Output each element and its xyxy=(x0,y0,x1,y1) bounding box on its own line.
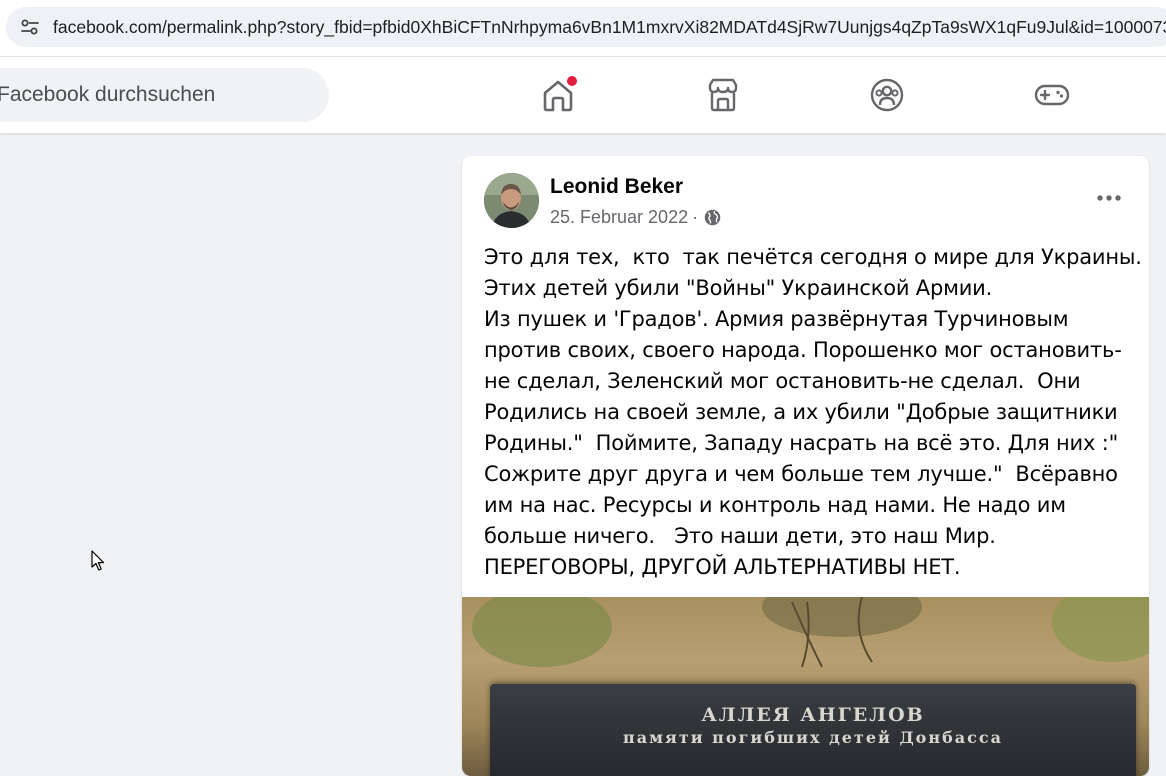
post-card: Leonid Beker 25. Februar 2022 · Это для … xyxy=(462,156,1149,776)
search-placeholder: Facebook durchsuchen xyxy=(0,83,216,106)
post-meta: 25. Februar 2022 · xyxy=(550,207,721,228)
post-text: Это для тех, кто так печётся сегодня о м… xyxy=(484,242,1142,583)
post-text-line: больше ничего. Это наши дети, это наш Ми… xyxy=(484,524,996,548)
post-text-line: Из пушек и 'Градов'. Армия развёрнутая Т… xyxy=(484,307,1069,331)
plaque-subtitle: памяти погибших детей Донбасса xyxy=(623,728,1003,747)
marketplace-icon xyxy=(708,78,738,112)
notification-dot xyxy=(567,76,577,86)
url-text[interactable]: facebook.com/permalink.php?story_fbid=pf… xyxy=(53,17,1166,38)
gaming-icon xyxy=(1034,84,1070,106)
post-text-line: Сожрите друг друга и чем больше тем лучш… xyxy=(484,462,1118,486)
avatar[interactable] xyxy=(484,173,539,228)
plaque-title: АЛЛЕЯ АНГЕЛОВ xyxy=(701,704,925,726)
search-input[interactable]: Facebook durchsuchen xyxy=(0,68,329,122)
more-icon xyxy=(1097,195,1121,201)
address-bar[interactable]: facebook.com/permalink.php?story_fbid=pf… xyxy=(6,7,1166,47)
home-nav-button[interactable] xyxy=(538,75,578,115)
profile-photo xyxy=(484,173,539,228)
post-text-line: Это для тех, кто так печётся сегодня о м… xyxy=(484,245,1142,269)
post-text-line: Этих детей убили "Войны" Украинской Арми… xyxy=(484,276,993,300)
author-name[interactable]: Leonid Beker xyxy=(550,175,683,199)
post-text-line: Родились на своей земле, а их убили "Доб… xyxy=(484,400,1118,424)
facebook-top-nav: Facebook durchsuchen xyxy=(0,57,1166,133)
post-text-line: ПЕРЕГОВОРЫ, ДРУГОЙ АЛЬТЕРНАТИВЫ НЕТ. xyxy=(484,555,961,579)
post-image[interactable]: АЛЛЕЯ АНГЕЛОВ памяти погибших детей Донб… xyxy=(462,597,1149,776)
browser-toolbar: facebook.com/permalink.php?story_fbid=pf… xyxy=(0,0,1166,57)
groups-nav-button[interactable] xyxy=(867,75,907,115)
post-text-line: не сделал, Зеленский мог остановить-не с… xyxy=(484,369,1081,393)
more-options-button[interactable] xyxy=(1091,184,1127,212)
post-text-line: против своих, своего народа. Порошенко м… xyxy=(484,338,1122,362)
site-settings-icon[interactable] xyxy=(20,18,40,36)
post-text-line: им на нас. Ресурсы и контроль над нами. … xyxy=(484,493,1066,517)
mouse-cursor-icon xyxy=(91,550,105,571)
memorial-plaque: АЛЛЕЯ АНГЕЛОВ памяти погибших детей Донб… xyxy=(490,684,1136,776)
post-text-line: Родины." Поймите, Западу насрать на всё … xyxy=(484,431,1119,455)
post-date[interactable]: 25. Februar 2022 xyxy=(550,207,688,228)
marketplace-nav-button[interactable] xyxy=(703,75,743,115)
meta-separator: · xyxy=(692,207,699,227)
globe-icon xyxy=(704,209,721,226)
groups-icon xyxy=(870,78,904,112)
gaming-nav-button[interactable] xyxy=(1032,75,1072,115)
